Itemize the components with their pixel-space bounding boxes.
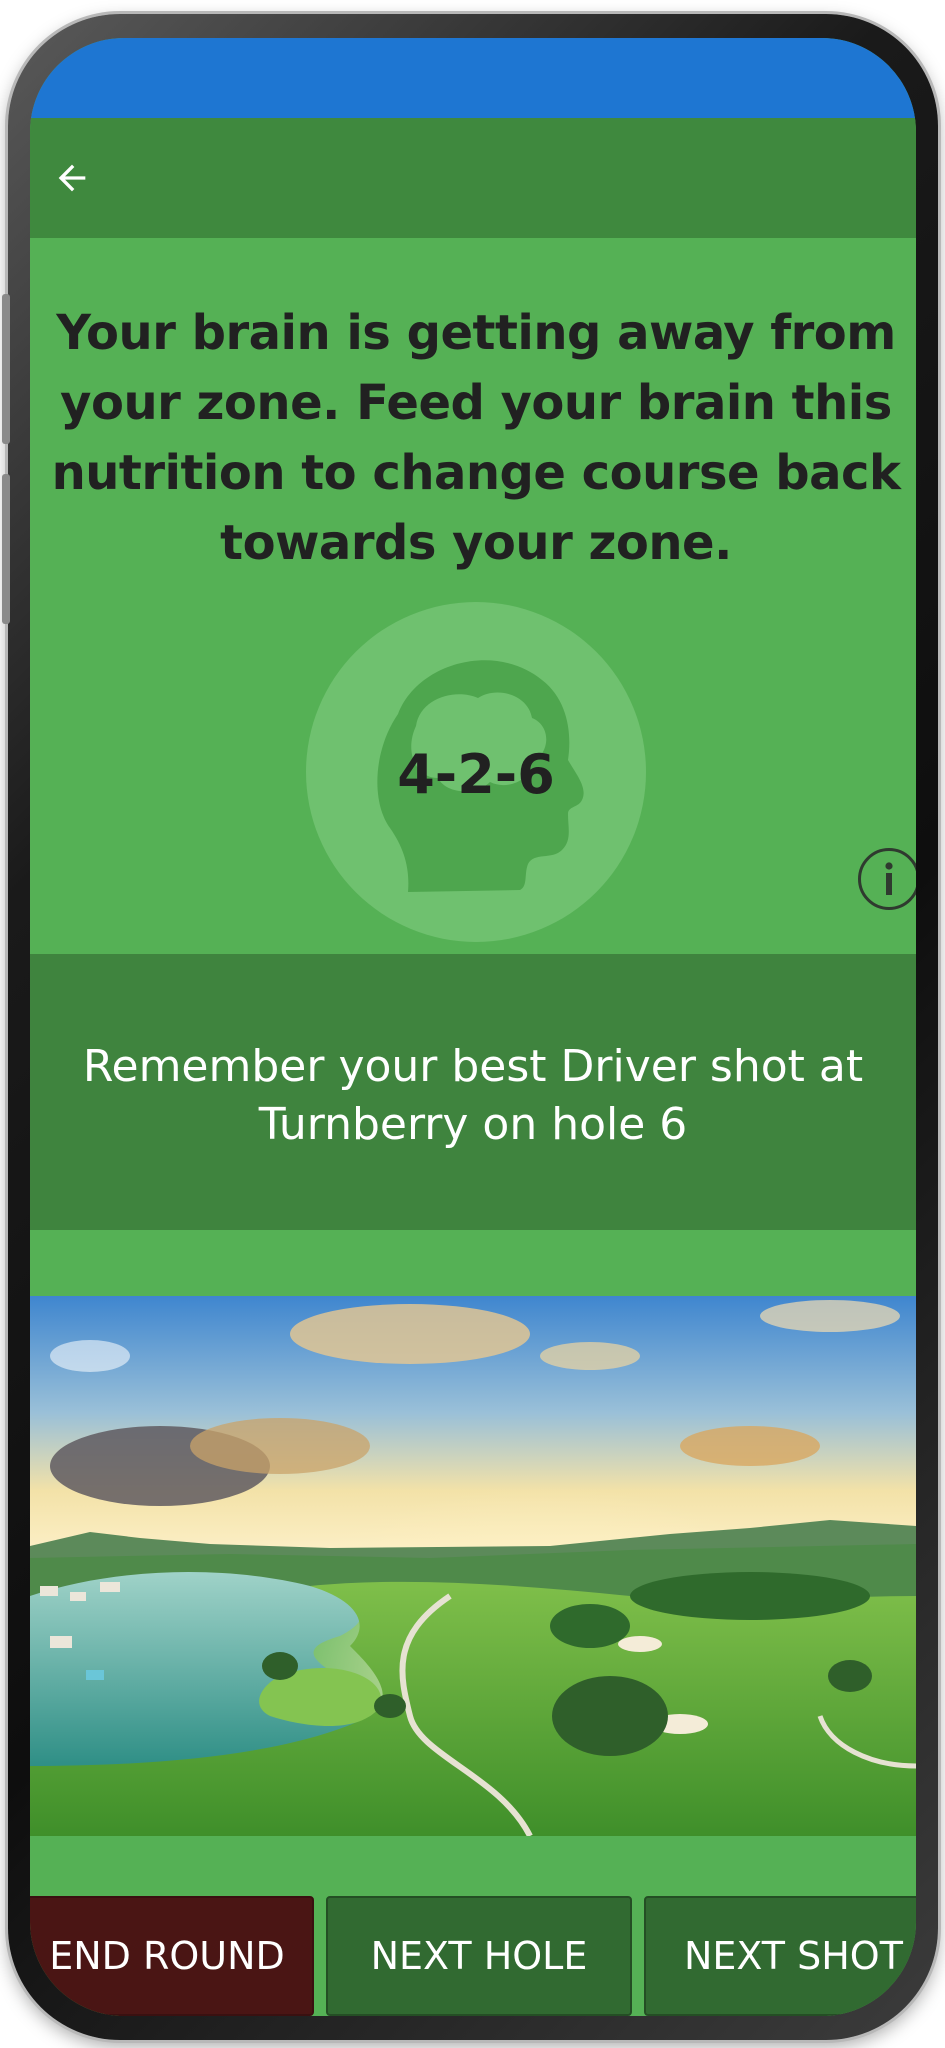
end-round-button[interactable]: END ROUND xyxy=(30,1896,314,2016)
action-buttons: END ROUND NEXT HOLE NEXT SHOT xyxy=(30,1896,916,2016)
info-icon xyxy=(885,862,893,895)
next-hole-button[interactable]: NEXT HOLE xyxy=(326,1896,632,2016)
zone-section: Your brain is getting away from your zon… xyxy=(30,238,916,954)
zone-code: 4-2-6 xyxy=(397,743,555,806)
screen: Your brain is getting away from your zon… xyxy=(30,38,916,2016)
brain-badge: 4-2-6 xyxy=(306,602,646,942)
phone-frame: Your brain is getting away from your zon… xyxy=(2,14,938,2040)
back-button[interactable] xyxy=(40,146,104,210)
memory-panel: Remember your best Driver shot at Turnbe… xyxy=(30,954,916,1230)
arrow-left-icon xyxy=(58,164,86,192)
memory-text: Remember your best Driver shot at Turnbe… xyxy=(82,1041,864,1150)
volume-button xyxy=(2,294,10,444)
app-bar xyxy=(30,118,916,238)
power-button xyxy=(2,474,10,624)
info-button[interactable] xyxy=(858,848,916,910)
golf-course-image xyxy=(30,1296,916,1836)
status-bar xyxy=(30,38,916,118)
next-shot-button[interactable]: NEXT SHOT xyxy=(644,1896,916,2016)
zone-message: Your brain is getting away from your zon… xyxy=(51,305,901,571)
